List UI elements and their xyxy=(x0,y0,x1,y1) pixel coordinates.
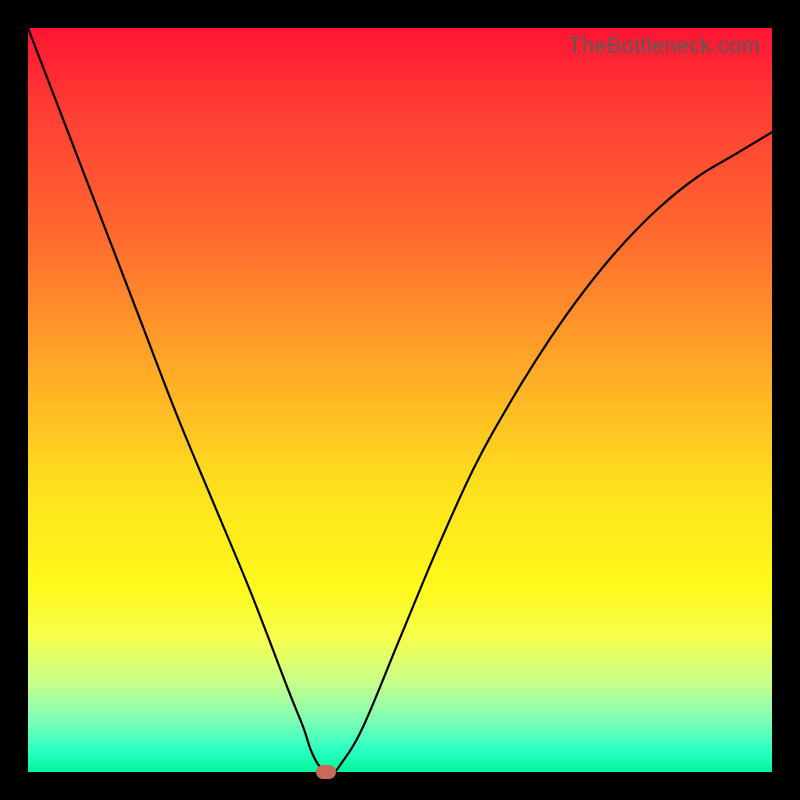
optimum-marker xyxy=(316,765,336,779)
chart-frame: TheBottleneck.com xyxy=(0,0,800,800)
bottleneck-curve-path xyxy=(28,28,772,773)
plot-area: TheBottleneck.com xyxy=(28,28,772,772)
curve-svg xyxy=(28,28,772,772)
